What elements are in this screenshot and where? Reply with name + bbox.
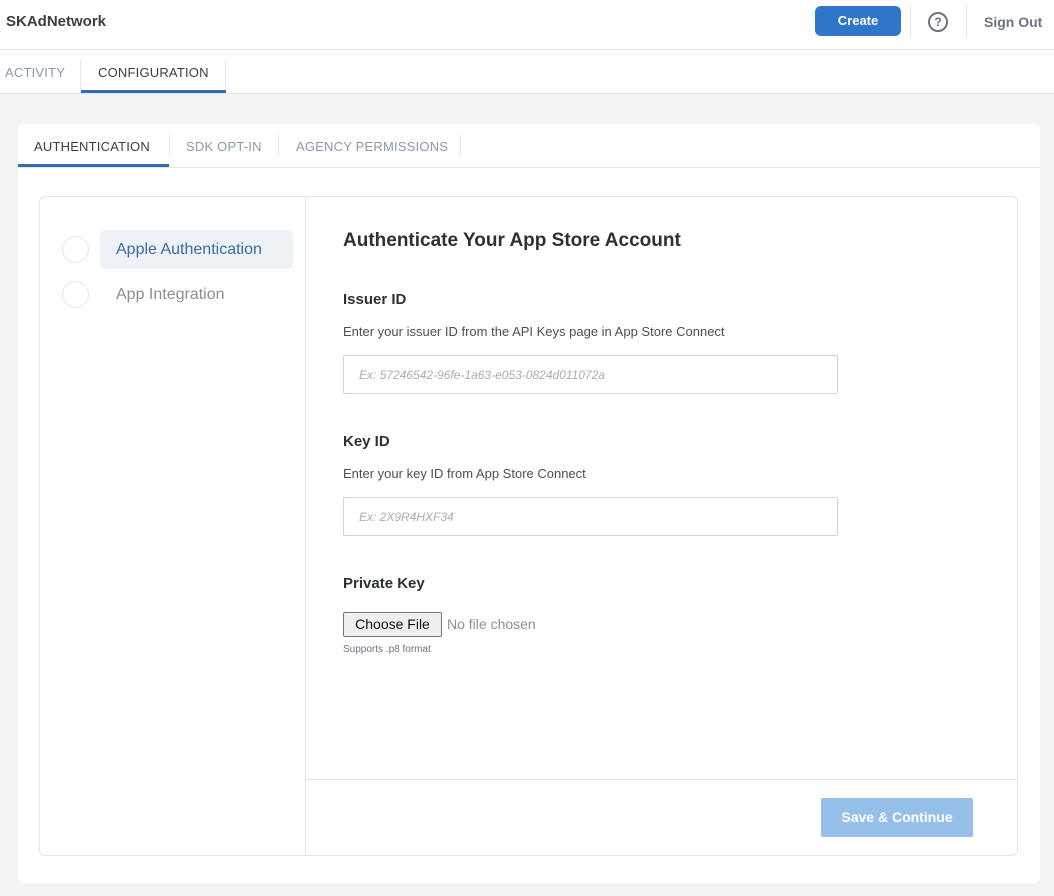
subtab-agency-permissions[interactable]: AGENCY PERMISSIONS [296,139,448,154]
step-app-integration[interactable]: App Integration [116,286,225,304]
form-title: Authenticate Your App Store Account [343,230,681,251]
issuer-id-label: Issuer ID [343,291,407,308]
header-divider [910,4,911,38]
subtab-divider [460,135,461,156]
file-format-hint: Supports .p8 format [343,644,431,655]
configuration-subtabs: AUTHENTICATION SDK OPT-IN AGENCY PERMISS… [18,124,1040,168]
issuer-id-help: Enter your issuer ID from the API Keys p… [343,324,725,339]
subtab-divider [278,135,279,156]
configuration-panel: AUTHENTICATION SDK OPT-IN AGENCY PERMISS… [18,124,1040,883]
step-circle-icon [62,281,89,308]
file-status: No file chosen [447,616,536,632]
subtab-divider [169,135,170,156]
authentication-card: Apple Authentication App Integration Aut… [39,196,1018,856]
main-nav: ACTIVITY CONFIGURATION [0,50,1054,94]
choose-file-button[interactable]: Choose File [343,612,442,637]
question-circle-icon[interactable]: ? [928,12,948,32]
subtab-authentication[interactable]: AUTHENTICATION [34,139,150,154]
tab-activity[interactable]: ACTIVITY [5,65,65,80]
private-key-label: Private Key [343,575,425,592]
footer-divider [306,779,1018,780]
save-continue-button[interactable]: Save & Continue [821,798,973,837]
issuer-id-input[interactable] [343,355,838,394]
step-apple-authentication[interactable]: Apple Authentication [116,241,262,259]
sign-out-link[interactable]: Sign Out [984,14,1042,30]
key-id-input[interactable] [343,497,838,536]
top-bar: SKAdNetwork Create ? Sign Out [0,0,1054,50]
active-subtab-indicator [18,164,169,167]
active-tab-indicator [81,90,226,93]
key-id-label: Key ID [343,433,390,450]
subtab-sdk-opt-in[interactable]: SDK OPT-IN [186,139,262,154]
nav-divider [225,60,226,90]
app-title: SKAdNetwork [6,13,107,30]
key-id-help: Enter your key ID from App Store Connect [343,466,586,481]
step-circle-icon [62,236,89,263]
nav-divider [80,60,81,90]
tab-configuration[interactable]: CONFIGURATION [98,65,209,80]
steps-divider [305,197,306,855]
header-divider [966,4,967,38]
create-button[interactable]: Create [815,6,901,36]
